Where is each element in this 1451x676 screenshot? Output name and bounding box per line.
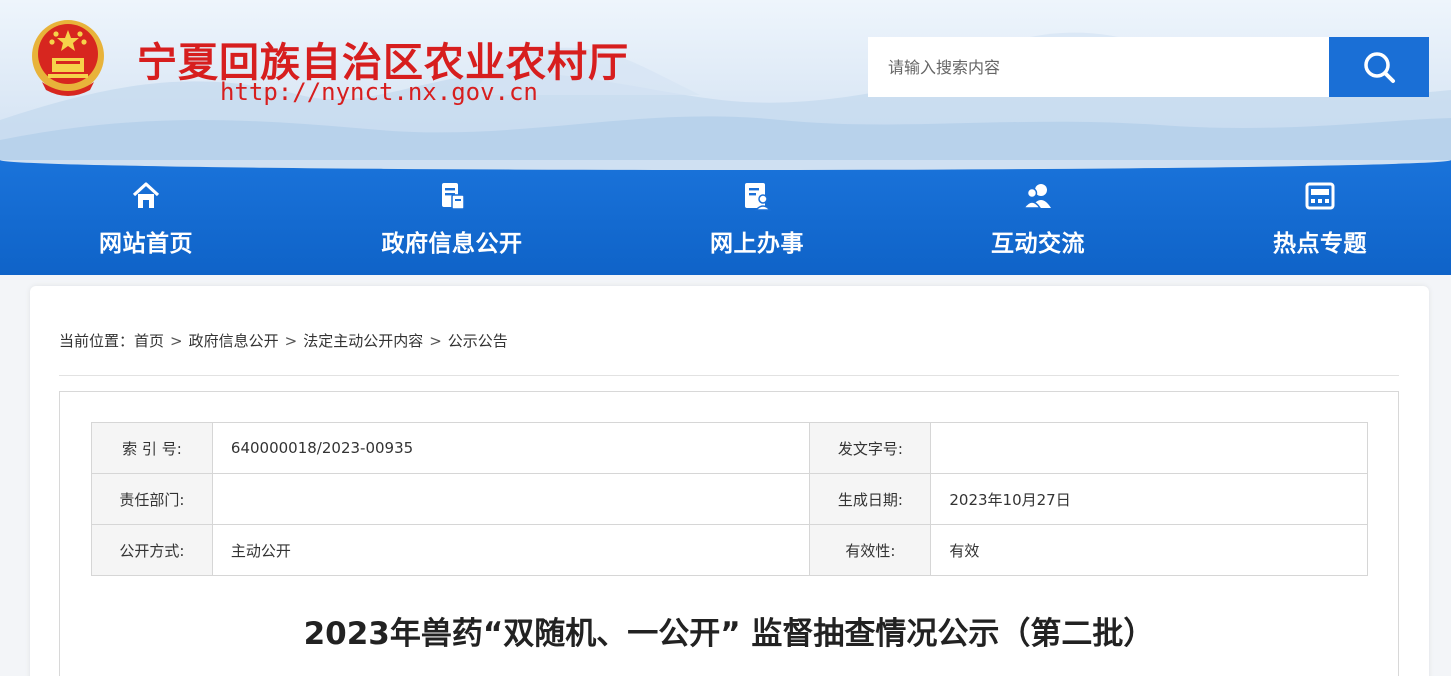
dept-value [211, 473, 811, 525]
nav-label: 政府信息公开 [381, 231, 523, 257]
search-input[interactable] [868, 37, 1329, 97]
nav-item-interaction[interactable]: 互动交流 [988, 180, 1088, 264]
nav-item-online-service[interactable]: 网上办事 [707, 180, 807, 264]
document-icon [436, 180, 468, 212]
nav-label: 网上办事 [710, 231, 804, 257]
nav-item-home[interactable]: 网站首页 [96, 180, 196, 264]
table-row: 责任部门: 生成日期: 2023年10月27日 [91, 473, 1368, 525]
site-url: http://nynct.nx.gov.cn [220, 78, 538, 106]
national-emblem-icon [32, 20, 104, 96]
breadcrumb-prefix: 当前位置： [59, 332, 135, 350]
site-header: 宁夏回族自治区农业农村厅 http://nynct.nx.gov.cn [0, 0, 1451, 170]
home-icon [130, 180, 162, 212]
topic-board-icon [1304, 180, 1336, 212]
users-icon [1022, 180, 1054, 212]
table-row: 公开方式: 主动公开 有效性: 有效 [91, 524, 1368, 576]
index-value: 640000018/2023-00935 [211, 422, 811, 474]
mode-label: 公开方式: [91, 524, 213, 576]
breadcrumb: 当前位置：首页 > 政府信息公开 > 法定主动公开内容 > 公示公告 [59, 330, 508, 351]
breadcrumb-separator: > [429, 332, 442, 350]
search-icon [1364, 52, 1395, 83]
article-title: 2023年兽药“双随机、一公开” 监督抽查情况公示（第二批） [303, 616, 1155, 652]
doc-no-label: 发文字号: [809, 422, 932, 474]
main-nav: 网站首页 政府信息公开 网上办事 互动交流 热点专题 [0, 160, 1451, 275]
breadcrumb-gov-info[interactable]: 政府信息公开 [189, 332, 279, 350]
table-row: 索 引 号: 640000018/2023-00935 发文字号: [91, 422, 1368, 474]
online-service-icon [741, 180, 773, 212]
mode-value: 主动公开 [211, 524, 811, 576]
index-label: 索 引 号: [91, 422, 213, 474]
document-meta-table: 索 引 号: 640000018/2023-00935 发文字号: 责任部门: … [91, 422, 1368, 576]
nav-item-gov-info[interactable]: 政府信息公开 [378, 180, 526, 264]
validity-value: 有效 [930, 524, 1368, 576]
date-value: 2023年10月27日 [930, 473, 1368, 525]
nav-label: 热点专题 [1273, 231, 1367, 257]
breadcrumb-separator: > [170, 332, 183, 350]
doc-no-value [930, 422, 1368, 474]
breadcrumb-separator: > [284, 332, 298, 350]
search-button[interactable] [1329, 37, 1429, 97]
nav-label: 互动交流 [991, 231, 1085, 257]
breadcrumb-statutory[interactable]: 法定主动公开内容 [303, 332, 423, 350]
nav-label: 网站首页 [99, 231, 193, 257]
date-label: 生成日期: [809, 473, 932, 525]
dept-label: 责任部门: [91, 473, 213, 525]
validity-label: 有效性: [809, 524, 932, 576]
breadcrumb-notice[interactable]: 公示公告 [448, 332, 508, 350]
breadcrumb-home[interactable]: 首页 [134, 332, 164, 350]
divider [59, 375, 1399, 376]
nav-item-hot-topics[interactable]: 热点专题 [1270, 180, 1370, 264]
